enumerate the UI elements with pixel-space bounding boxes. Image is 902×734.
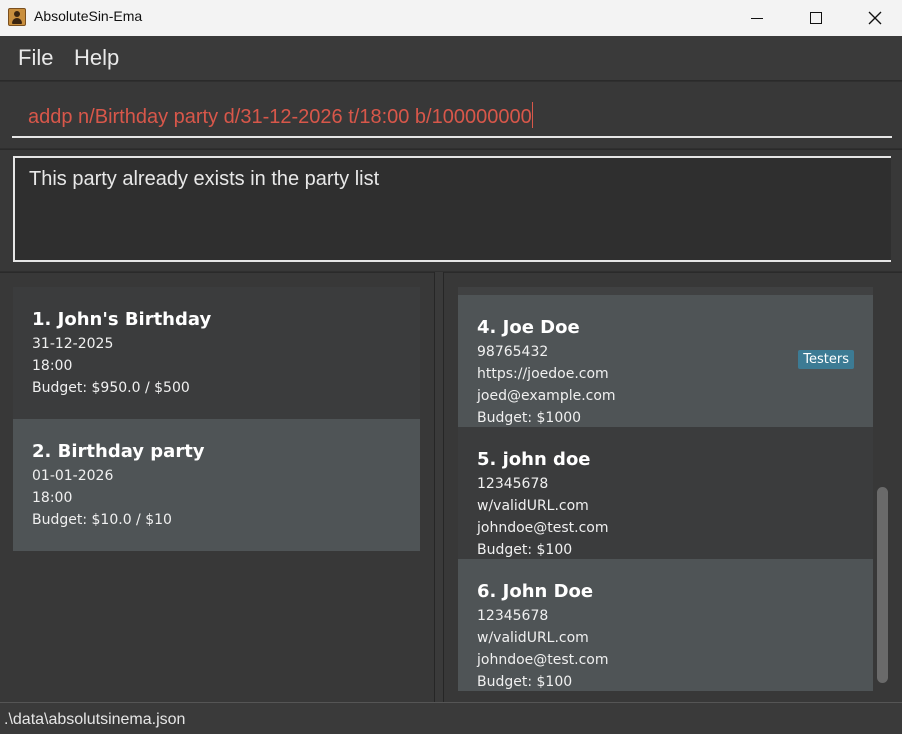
status-bar: .\data\absolutsinema.json <box>0 702 902 734</box>
person-tag: Testers <box>798 350 854 369</box>
party-time: 18:00 <box>32 490 73 506</box>
command-text: addp n/Birthday party d/31-12-2026 t/18:… <box>28 102 533 129</box>
result-area: This party already exists in the party l… <box>0 149 902 271</box>
person-list[interactable]: 4. Joe Doe 98765432 https://joedoe.com j… <box>458 295 873 691</box>
party-time: 18:00 <box>32 358 73 374</box>
person-list-scrollbar[interactable] <box>877 487 888 683</box>
person-budget: Budget: $100 <box>477 674 573 690</box>
data-file-path: .\data\absolutsinema.json <box>4 711 186 728</box>
party-card[interactable]: 1. John's Birthday 31-12-2025 18:00 Budg… <box>13 287 420 419</box>
command-value: addp n/Birthday party d/31-12-2026 t/18:… <box>28 106 532 128</box>
list-top-edge <box>458 287 873 295</box>
result-display[interactable]: This party already exists in the party l… <box>13 156 891 262</box>
app-icon <box>8 8 26 26</box>
close-button[interactable] <box>846 0 902 36</box>
party-list-panel: 1. John's Birthday 31-12-2025 18:00 Budg… <box>0 272 434 702</box>
close-icon <box>868 11 882 25</box>
person-email: johndoe@test.com <box>477 520 609 536</box>
window-title: AbsoluteSin-Ema <box>34 8 143 24</box>
party-budget: Budget: $10.0 / $10 <box>32 512 172 528</box>
person-card[interactable]: 5. john doe 12345678 w/validURL.com john… <box>458 427 873 559</box>
minimize-icon <box>751 17 763 19</box>
person-card[interactable]: 6. John Doe 12345678 w/validURL.com john… <box>458 559 873 691</box>
split-pane-divider[interactable] <box>434 272 444 702</box>
person-phone: 12345678 <box>477 608 549 624</box>
text-cursor <box>531 102 533 128</box>
menu-bar: File Help <box>0 36 902 81</box>
result-message: This party already exists in the party l… <box>29 168 380 190</box>
maximize-icon <box>810 12 822 24</box>
person-list-panel: 4. Joe Doe 98765432 https://joedoe.com j… <box>444 272 902 702</box>
party-title: 2. Birthday party <box>32 441 205 462</box>
person-name: 5. john doe <box>477 449 591 470</box>
title-bar: AbsoluteSin-Ema <box>0 0 902 36</box>
party-title: 1. John's Birthday <box>32 309 212 330</box>
command-area: addp n/Birthday party d/31-12-2026 t/18:… <box>0 82 902 148</box>
maximize-button[interactable] <box>787 0 845 36</box>
person-budget: Budget: $100 <box>477 542 573 558</box>
party-list[interactable]: 1. John's Birthday 31-12-2025 18:00 Budg… <box>13 287 420 551</box>
person-card[interactable]: 4. Joe Doe 98765432 https://joedoe.com j… <box>458 295 873 427</box>
menu-file[interactable]: File <box>18 45 53 71</box>
person-email: joed@example.com <box>477 388 616 404</box>
minimize-button[interactable] <box>728 0 786 36</box>
person-email: johndoe@test.com <box>477 652 609 668</box>
command-input[interactable]: addp n/Birthday party d/31-12-2026 t/18:… <box>12 96 892 138</box>
menu-help[interactable]: Help <box>74 45 119 71</box>
person-url: w/validURL.com <box>477 630 589 646</box>
person-budget: Budget: $1000 <box>477 410 582 426</box>
party-budget: Budget: $950.0 / $500 <box>32 380 190 396</box>
party-date: 01-01-2026 <box>32 468 114 484</box>
person-phone: 12345678 <box>477 476 549 492</box>
party-card[interactable]: 2. Birthday party 01-01-2026 18:00 Budge… <box>13 419 420 551</box>
person-name: 4. Joe Doe <box>477 317 580 338</box>
person-name: 6. John Doe <box>477 581 594 602</box>
person-url: w/validURL.com <box>477 498 589 514</box>
party-date: 31-12-2025 <box>32 336 114 352</box>
